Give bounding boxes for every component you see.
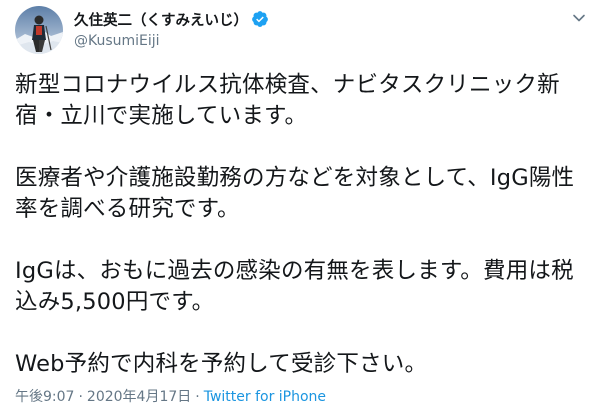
tweet-source-link[interactable]: Twitter for iPhone bbox=[204, 389, 326, 405]
tweet-date[interactable]: 2020年4月17日 bbox=[87, 389, 191, 405]
user-handle[interactable]: @KusumiEiji bbox=[74, 33, 269, 49]
verified-badge-icon bbox=[251, 10, 269, 28]
tweet-meta: 午後9:07 · 2020年4月17日 · Twitter for iPhone bbox=[15, 386, 326, 406]
meta-separator: · bbox=[78, 389, 83, 405]
tweet: 久住英二（くすみえいじ） @KusumiEiji 新型コロナウイルス抗体検査、ナ… bbox=[0, 0, 598, 415]
display-name[interactable]: 久住英二（くすみえいじ） bbox=[74, 9, 248, 30]
tweet-text: 新型コロナウイルス抗体検査、ナビタスクリニック新宿・立川で実施しています。 医療… bbox=[15, 72, 575, 377]
tweet-time[interactable]: 午後9:07 bbox=[15, 389, 74, 405]
meta-separator-2: · bbox=[195, 389, 200, 405]
chevron-down-icon[interactable] bbox=[572, 11, 586, 25]
avatar[interactable] bbox=[15, 6, 63, 54]
name-row: 久住英二（くすみえいじ） bbox=[74, 9, 269, 29]
tweet-header: 久住英二（くすみえいじ） @KusumiEiji bbox=[74, 9, 269, 49]
